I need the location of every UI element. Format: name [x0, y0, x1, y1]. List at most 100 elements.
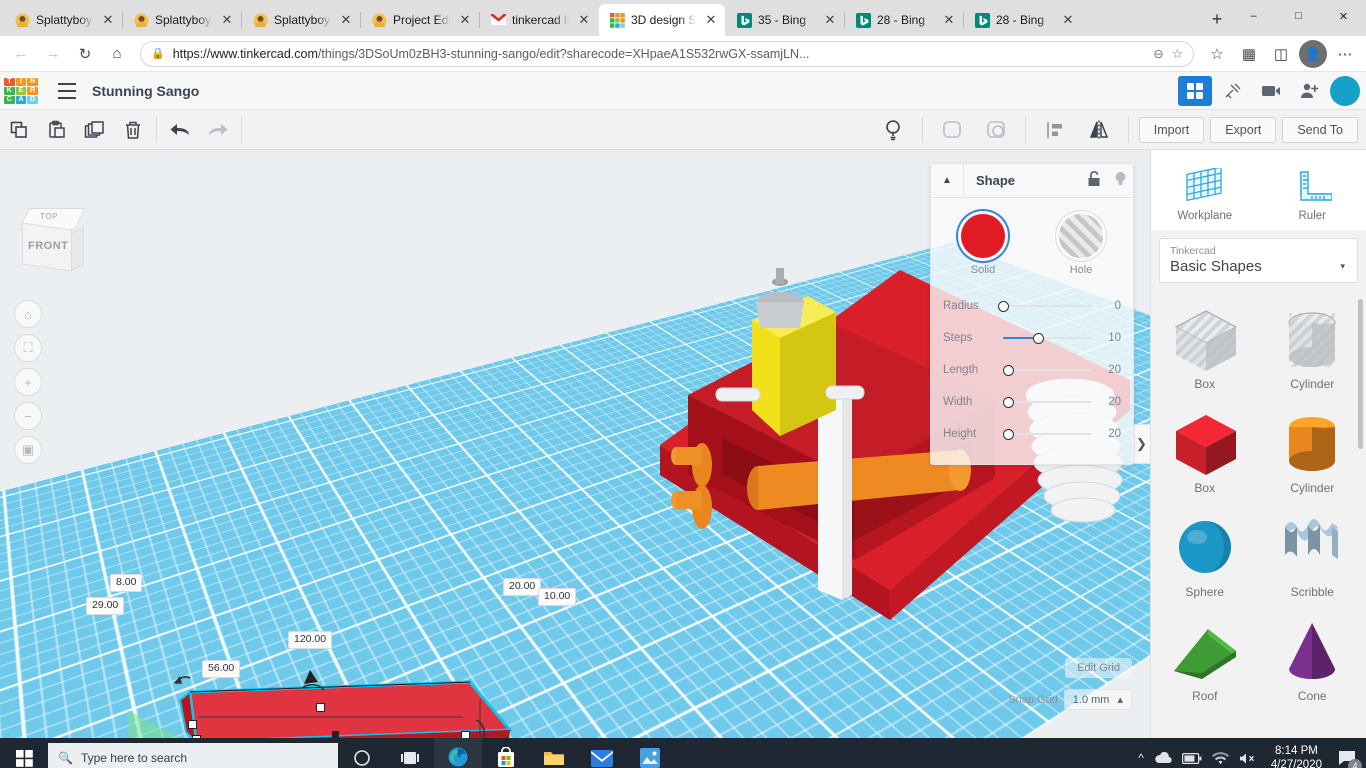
property-row-width[interactable]: Width 20 — [931, 386, 1133, 418]
paste-icon[interactable] — [38, 115, 76, 145]
shape-library-select[interactable]: Tinkercad Basic Shapes ▾ — [1159, 238, 1358, 283]
solid-color-swatch[interactable] — [961, 214, 1005, 258]
home-view-button[interactable]: ⌂ — [14, 300, 42, 328]
lightbulb-icon[interactable] — [1107, 171, 1133, 190]
profile-icon[interactable]: 👤 — [1298, 39, 1328, 68]
tab-close-icon[interactable]: ✕ — [576, 12, 592, 28]
tinkercad-logo-icon[interactable]: TIN KER CAD — [4, 77, 38, 104]
mail-icon[interactable] — [578, 738, 626, 768]
slider-knob[interactable] — [1003, 397, 1015, 408]
browser-tab[interactable]: Splattyboy' ✕ — [123, 4, 241, 36]
zoom-out-button[interactable]: − — [14, 402, 42, 430]
delete-icon[interactable] — [114, 115, 152, 145]
maximize-button[interactable]: □ — [1276, 0, 1321, 32]
import-button[interactable]: Import — [1138, 116, 1205, 143]
taskbar-search[interactable]: 🔍 Type here to search — [48, 743, 338, 768]
show-hidden-icons-icon[interactable]: ^ — [1138, 751, 1144, 765]
windows-start-icon[interactable] — [0, 738, 48, 768]
browser-tab[interactable]: Project Edit ✕ — [361, 4, 479, 36]
tab-close-icon[interactable]: ✕ — [457, 12, 473, 28]
zoom-in-button[interactable]: + — [14, 368, 42, 396]
account-avatar[interactable] — [1330, 75, 1360, 106]
lightbulb-icon[interactable] — [874, 115, 912, 145]
shape-item-sphere[interactable]: Sphere — [1151, 505, 1259, 609]
send-to-button[interactable]: Send To — [1282, 116, 1358, 143]
tab-close-icon[interactable]: ✕ — [338, 12, 354, 28]
task-view-icon[interactable] — [386, 738, 434, 768]
settings-ellipsis-icon[interactable]: ⋯ — [1330, 40, 1360, 68]
orthographic-view-button[interactable]: ▣ — [14, 436, 42, 464]
slider-knob[interactable] — [1003, 365, 1015, 376]
hole-mode-option[interactable]: Hole — [1055, 214, 1107, 276]
battery-icon[interactable] — [1181, 752, 1202, 764]
codeblocks-icon[interactable] — [1216, 76, 1250, 106]
taskbar-clock[interactable]: 8:14 PM 4/27/2020 — [1271, 744, 1322, 768]
file-explorer-icon[interactable] — [530, 738, 578, 768]
browser-tab[interactable]: Splattyboy' ✕ — [242, 4, 360, 36]
snap-grid-control[interactable]: Snap Grid 1.0 mm ▴ — [1008, 689, 1132, 710]
tab-close-icon[interactable]: ✕ — [1060, 12, 1076, 28]
fit-to-view-button[interactable]: ⛶ — [14, 334, 42, 362]
chevron-up-icon[interactable]: ▲ — [931, 175, 963, 186]
microsoft-store-icon[interactable] — [482, 738, 530, 768]
snap-grid-select[interactable]: 1.0 mm ▴ — [1063, 689, 1132, 710]
browser-tab[interactable]: 28 - Bing ✕ — [845, 4, 963, 36]
shape-item-roof[interactable]: Roof — [1151, 609, 1259, 713]
onedrive-icon[interactable] — [1154, 752, 1172, 764]
hole-pattern-swatch[interactable] — [1059, 214, 1103, 258]
photos-icon[interactable] — [626, 738, 674, 768]
invite-people-icon[interactable] — [1292, 76, 1326, 106]
browser-tab[interactable]: tinkercad lin ✕ — [480, 4, 598, 36]
dimension-label[interactable]: 20.00 — [503, 578, 542, 596]
favorites-bar-icon[interactable]: ☆ — [1202, 40, 1232, 68]
property-slider[interactable] — [1003, 426, 1091, 442]
unlock-icon[interactable] — [1081, 170, 1107, 190]
edge-icon[interactable] — [434, 738, 482, 768]
cortana-icon[interactable] — [338, 738, 386, 768]
action-center-icon[interactable]: 4 — [1336, 747, 1362, 768]
export-button[interactable]: Export — [1210, 116, 1277, 143]
tab-close-icon[interactable]: ✕ — [703, 12, 719, 28]
ruler-tool[interactable]: Ruler — [1269, 164, 1355, 222]
dimension-label[interactable]: 8.00 — [110, 574, 143, 592]
volume-muted-icon[interactable] — [1239, 752, 1257, 765]
browser-tab-active[interactable]: 3D design S ✕ — [599, 4, 725, 36]
shape-item-scribble[interactable]: Scribble — [1259, 505, 1366, 609]
grid-view-icon[interactable] — [1178, 75, 1212, 106]
undo-icon[interactable] — [161, 115, 199, 145]
url-bar[interactable]: 🔒 https://www.tinkercad.com/things/3DSoU… — [140, 40, 1194, 67]
shape-item-cone[interactable]: Cone — [1259, 609, 1366, 713]
reload-button[interactable]: ↻ — [70, 40, 100, 68]
avatar[interactable]: 👤 — [1299, 39, 1327, 68]
design-canvas[interactable]: X 8.00 29.00 120.00 56.00 20.0010.00 TOP FRO… — [0, 150, 1150, 738]
workplane-tool[interactable]: Workplane — [1162, 164, 1248, 222]
slider-knob[interactable] — [998, 301, 1009, 312]
property-row-steps[interactable]: Steps 10 — [931, 322, 1133, 354]
mirror-icon[interactable] — [1080, 115, 1118, 145]
solid-mode-option[interactable]: Solid — [957, 214, 1009, 276]
tab-close-icon[interactable]: ✕ — [941, 12, 957, 28]
duplicate-icon[interactable] — [76, 115, 114, 145]
rotation-handles[interactable]: X — [140, 662, 520, 738]
shape-item-box-hole[interactable]: Box — [1151, 297, 1259, 401]
wifi-icon[interactable] — [1211, 751, 1229, 765]
home-button[interactable]: ⌂ — [102, 40, 132, 68]
view-cube[interactable]: TOP FRONT — [16, 208, 88, 274]
new-tab-button[interactable]: + — [1203, 5, 1231, 33]
shape-item-box[interactable]: Box — [1151, 401, 1259, 505]
forward-button[interactable]: → — [38, 40, 68, 68]
shape-item-cylinder[interactable]: Cylinder — [1259, 401, 1366, 505]
favorite-star-icon[interactable]: ☆ — [1172, 46, 1183, 61]
view-cube-side-face[interactable] — [70, 227, 84, 271]
immersive-reader-icon[interactable]: ◫ — [1266, 40, 1296, 68]
tab-close-icon[interactable]: ✕ — [100, 12, 116, 28]
property-row-radius[interactable]: Radius 0 — [931, 290, 1133, 322]
sidebar-scrollbar[interactable] — [1358, 299, 1363, 449]
shape-item-cylinder-hole[interactable]: Cylinder — [1259, 297, 1366, 401]
property-slider[interactable] — [1003, 330, 1091, 346]
property-slider[interactable] — [1003, 362, 1091, 378]
tab-close-icon[interactable]: ✕ — [822, 12, 838, 28]
align-icon[interactable] — [1036, 115, 1074, 145]
tab-close-icon[interactable]: ✕ — [219, 12, 235, 28]
minimize-button[interactable]: – — [1231, 0, 1276, 32]
